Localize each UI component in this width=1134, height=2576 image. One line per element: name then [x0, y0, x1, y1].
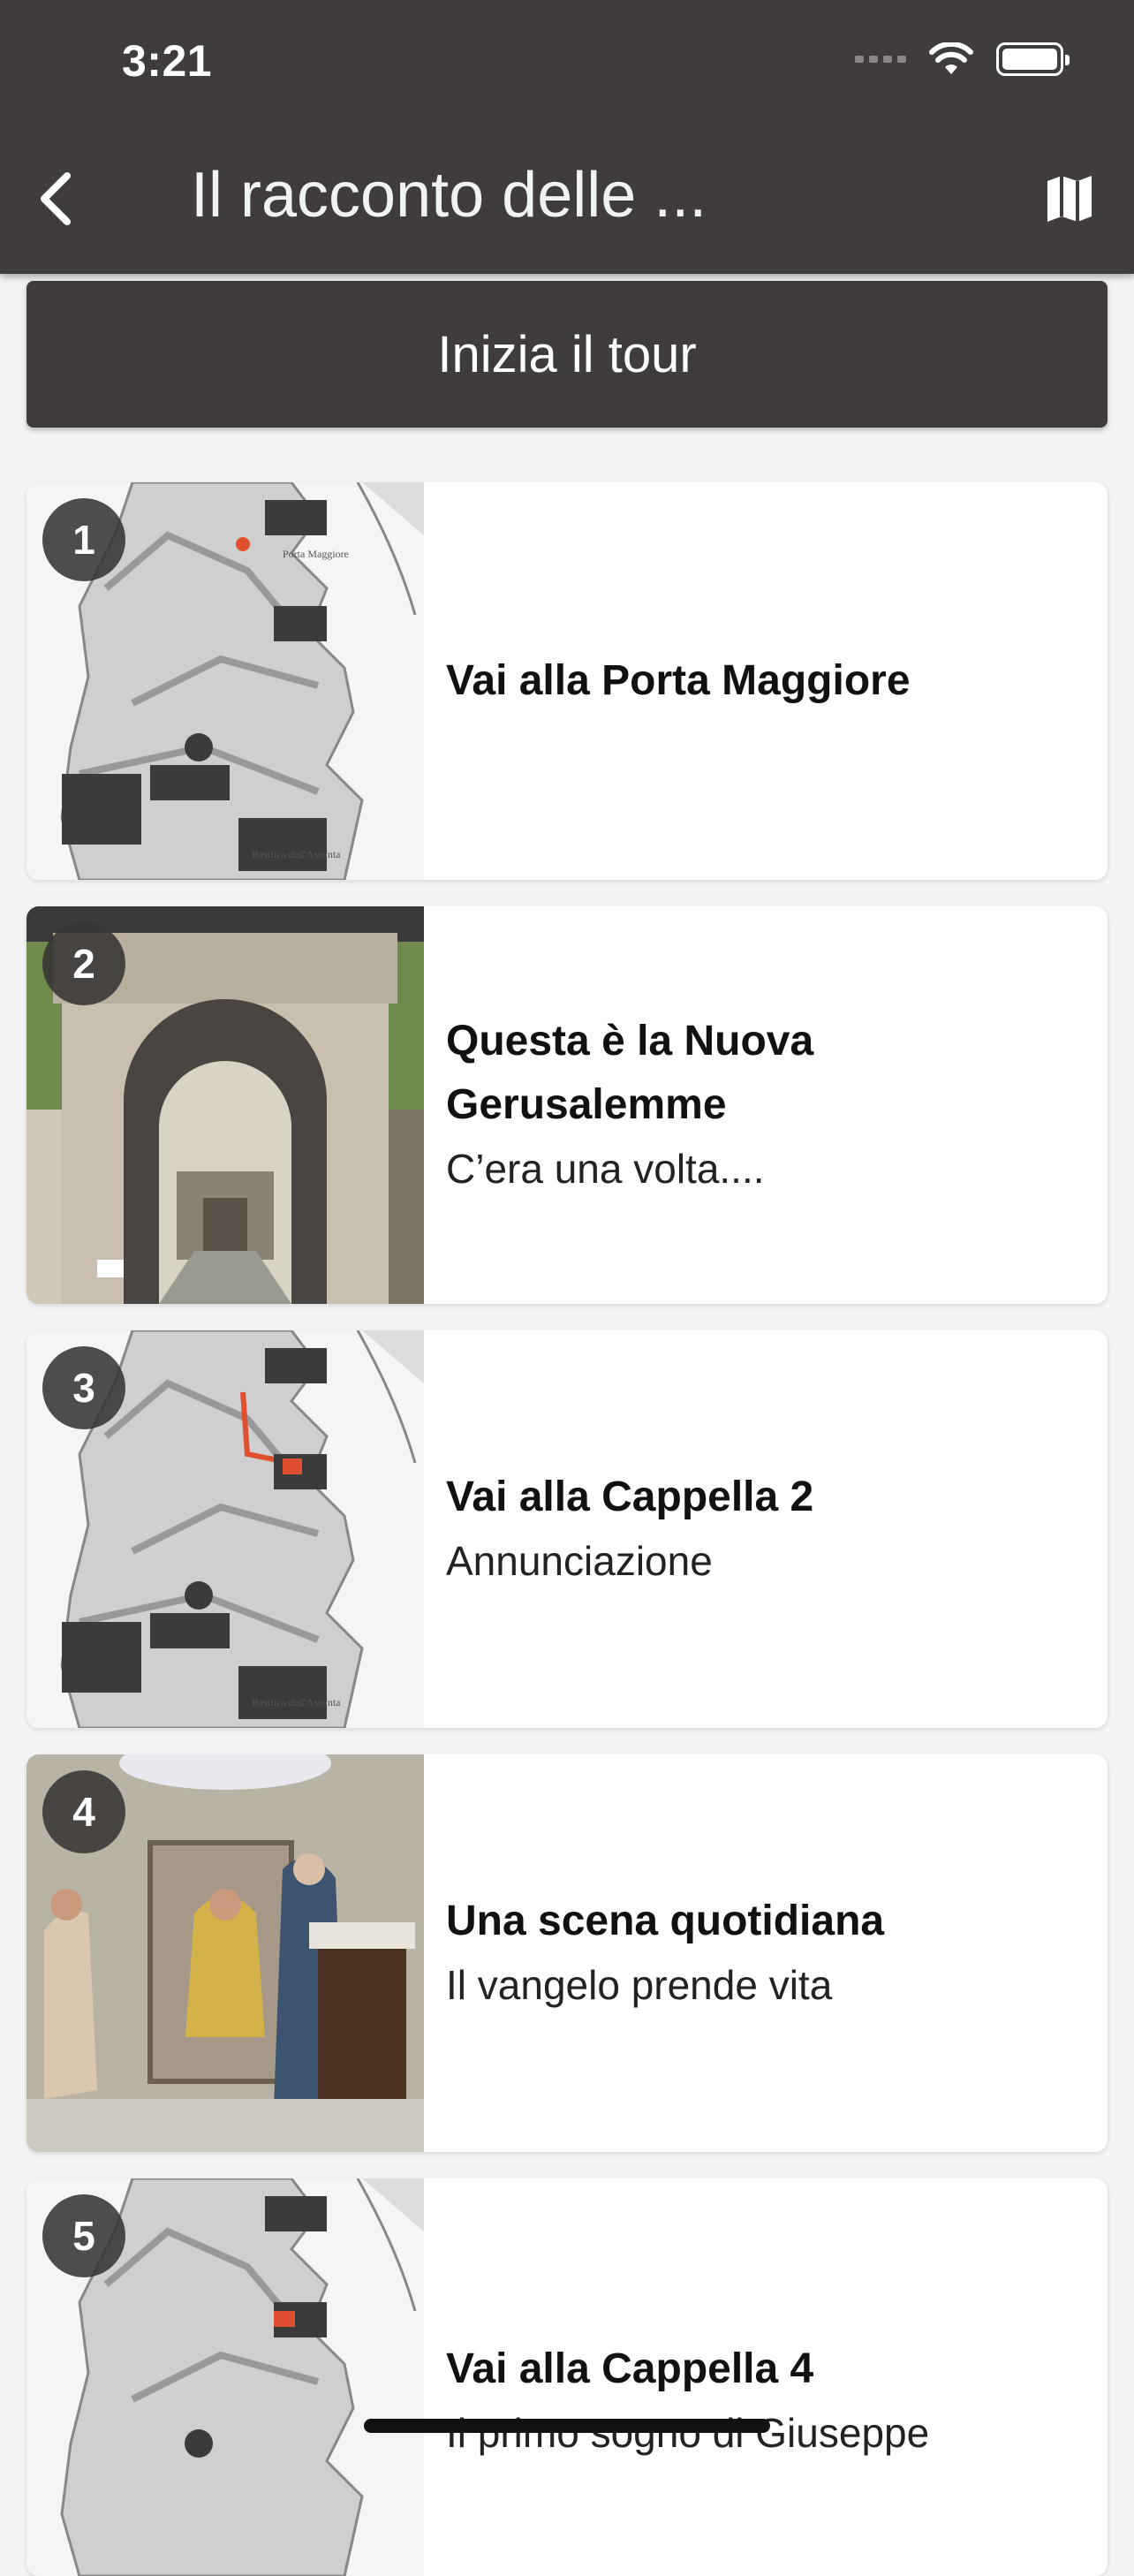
map-button[interactable] — [1040, 168, 1099, 230]
stop-title: Vai alla Cappella 2 — [446, 1474, 814, 1520]
stop-map-thumbnail: 5 — [26, 2178, 424, 2576]
chevron-left-icon — [41, 172, 71, 225]
stop-number-badge: 5 — [42, 2194, 125, 2277]
stop-photo-thumbnail: 4 — [26, 1754, 424, 2152]
home-indicator[interactable] — [364, 2419, 770, 2433]
stop-map-thumbnail: Porta Maggiore Basilica dell'Assunta 1 — [26, 482, 424, 880]
stop-title: Vai alla Porta Maggiore — [446, 657, 911, 704]
stop-number-badge: 2 — [42, 922, 125, 1005]
tour-stop-card[interactable]: 2 Questa è la Nuova Gerusalemme C’era un… — [26, 906, 1108, 1304]
status-icons — [855, 42, 1070, 76]
map-icon — [1047, 176, 1092, 222]
stop-map-thumbnail: Basilica dell'Assunta 3 — [26, 1330, 424, 1728]
battery-icon — [996, 42, 1070, 76]
stop-subtitle: Il primo sogno di Giuseppe — [446, 2410, 930, 2456]
stop-text: Vai alla Porta Maggiore — [446, 482, 1081, 880]
tour-stop-card[interactable]: 4 Una scena quotidiana Il vangelo prende… — [26, 1754, 1108, 2152]
stop-text: Vai alla Cappella 2 Annunciazione — [446, 1330, 1081, 1728]
stop-subtitle: C’era una volta.... — [446, 1146, 765, 1192]
start-tour-button[interactable]: Inizia il tour — [26, 281, 1108, 428]
tour-stop-card[interactable]: Porta Maggiore Basilica dell'Assunta 1 V… — [26, 482, 1108, 880]
page-title: Il racconto delle ... — [191, 160, 707, 231]
wifi-icon — [929, 42, 973, 74]
top-app-bar: 3:21 Il racconto delle ... — [0, 0, 1134, 274]
stop-number-badge: 4 — [42, 1770, 125, 1853]
map-label: Porta Maggiore — [283, 548, 349, 560]
stop-title: Questa è la Nuova Gerusalemme — [446, 1018, 814, 1128]
stop-subtitle: Il vangelo prende vita — [446, 1962, 833, 2008]
stop-title: Una scena quotidiana — [446, 1898, 885, 1944]
stop-text: Vai alla Cappella 4 Il primo sogno di Gi… — [446, 2178, 1081, 2576]
map-label: Basilica dell'Assunta — [252, 848, 341, 860]
back-button[interactable] — [35, 168, 85, 230]
stop-title: Vai alla Cappella 4 — [446, 2345, 814, 2392]
status-time: 3:21 — [122, 36, 213, 86]
stop-text: Questa è la Nuova Gerusalemme C’era una … — [446, 906, 1081, 1304]
stop-photo-thumbnail: 2 — [26, 906, 424, 1304]
stop-number-badge: 3 — [42, 1346, 125, 1429]
map-label: Basilica dell'Assunta — [252, 1696, 341, 1708]
stop-subtitle: Annunciazione — [446, 1538, 713, 1584]
stop-number-badge: 1 — [42, 498, 125, 581]
tour-stop-card[interactable]: 5 Vai alla Cappella 4 Il primo sogno di … — [26, 2178, 1108, 2576]
tour-stop-card[interactable]: Basilica dell'Assunta 3 Vai alla Cappell… — [26, 1330, 1108, 1728]
cellular-signal-icon — [855, 56, 906, 63]
stop-text: Una scena quotidiana Il vangelo prende v… — [446, 1754, 1081, 2152]
